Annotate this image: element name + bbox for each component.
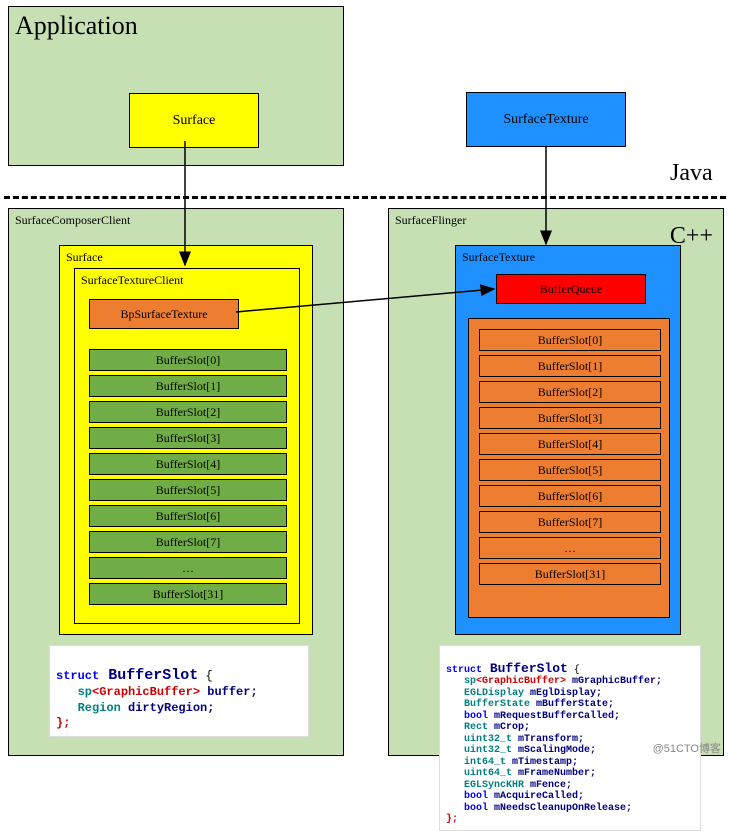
surface-cpp-box: Surface SurfaceTextureClient BpSurfaceTe…: [59, 245, 313, 635]
slot-list-right: BufferSlot[0] BufferSlot[1] BufferSlot[2] B…: [479, 329, 661, 589]
java-label: Java: [670, 160, 713, 187]
stc-title: SurfaceTextureClient: [81, 273, 183, 288]
slot-list-left: BufferSlot[0] BufferSlot[1] BufferSlot[2] B…: [89, 349, 287, 609]
bufferslot-item: BufferSlot[7]: [89, 531, 287, 553]
bufferslot-item: …: [479, 537, 661, 559]
bpsurfacetexture-label: BpSurfaceTexture: [120, 307, 207, 322]
sf-box: SurfaceFlinger C++ SurfaceTexture Buffer…: [388, 208, 724, 756]
bufferslot-item: BufferSlot[6]: [89, 505, 287, 527]
bufferslot-item: BufferSlot[1]: [89, 375, 287, 397]
bufferslot-item: BufferSlot[0]: [89, 349, 287, 371]
bufferslot-item: BufferSlot[0]: [479, 329, 661, 351]
surfacetexture-cpp-box: SurfaceTexture BufferQueue BufferSlot[0]…: [455, 245, 681, 635]
surfacetexture-java-box: SurfaceTexture: [466, 92, 626, 147]
bufferslot-item: BufferSlot[4]: [479, 433, 661, 455]
scc-box: SurfaceComposerClient Surface SurfaceTex…: [8, 208, 344, 756]
bufferslot-item: BufferSlot[3]: [89, 427, 287, 449]
bufferqueue-box: BufferQueue: [496, 274, 646, 304]
bufferslot-item: BufferSlot[7]: [479, 511, 661, 533]
code-left: struct BufferSlot { sp<GraphicBuffer> bu…: [49, 645, 309, 737]
scc-title: SurfaceComposerClient: [15, 213, 130, 228]
bufferslot-item: BufferSlot[2]: [89, 401, 287, 423]
bufferslot-item: BufferSlot[2]: [479, 381, 661, 403]
bufferslot-item: BufferSlot[6]: [479, 485, 661, 507]
surfacetexture-java-label: SurfaceTexture: [503, 112, 588, 128]
bpsurfacetexture-box: BpSurfaceTexture: [89, 299, 239, 329]
application-title: Application: [15, 11, 138, 41]
surfacetexture-cpp-title: SurfaceTexture: [462, 250, 535, 265]
bufferslot-item: BufferSlot[31]: [479, 563, 661, 585]
java-cpp-divider: [4, 196, 726, 199]
slot-container-right: BufferSlot[0] BufferSlot[1] BufferSlot[2] B…: [468, 318, 670, 618]
bufferslot-item: …: [89, 557, 287, 579]
bufferslot-item: BufferSlot[4]: [89, 453, 287, 475]
bufferslot-item: BufferSlot[5]: [479, 459, 661, 481]
surface-cpp-title: Surface: [66, 250, 103, 265]
sf-title: SurfaceFlinger: [395, 213, 466, 228]
code-right: struct BufferSlot { sp<GraphicBuffer> mG…: [439, 645, 701, 831]
bufferslot-item: BufferSlot[5]: [89, 479, 287, 501]
bufferslot-item: BufferSlot[1]: [479, 355, 661, 377]
surface-java-box: Surface: [129, 93, 259, 148]
watermark: @51CTO博客: [653, 740, 721, 756]
application-box: Application Surface: [8, 6, 344, 166]
stc-box: SurfaceTextureClient BpSurfaceTexture Bu…: [74, 268, 300, 624]
bufferslot-item: BufferSlot[3]: [479, 407, 661, 429]
bufferslot-item: BufferSlot[31]: [89, 583, 287, 605]
bufferqueue-label: BufferQueue: [540, 282, 602, 297]
surface-java-label: Surface: [173, 113, 216, 129]
